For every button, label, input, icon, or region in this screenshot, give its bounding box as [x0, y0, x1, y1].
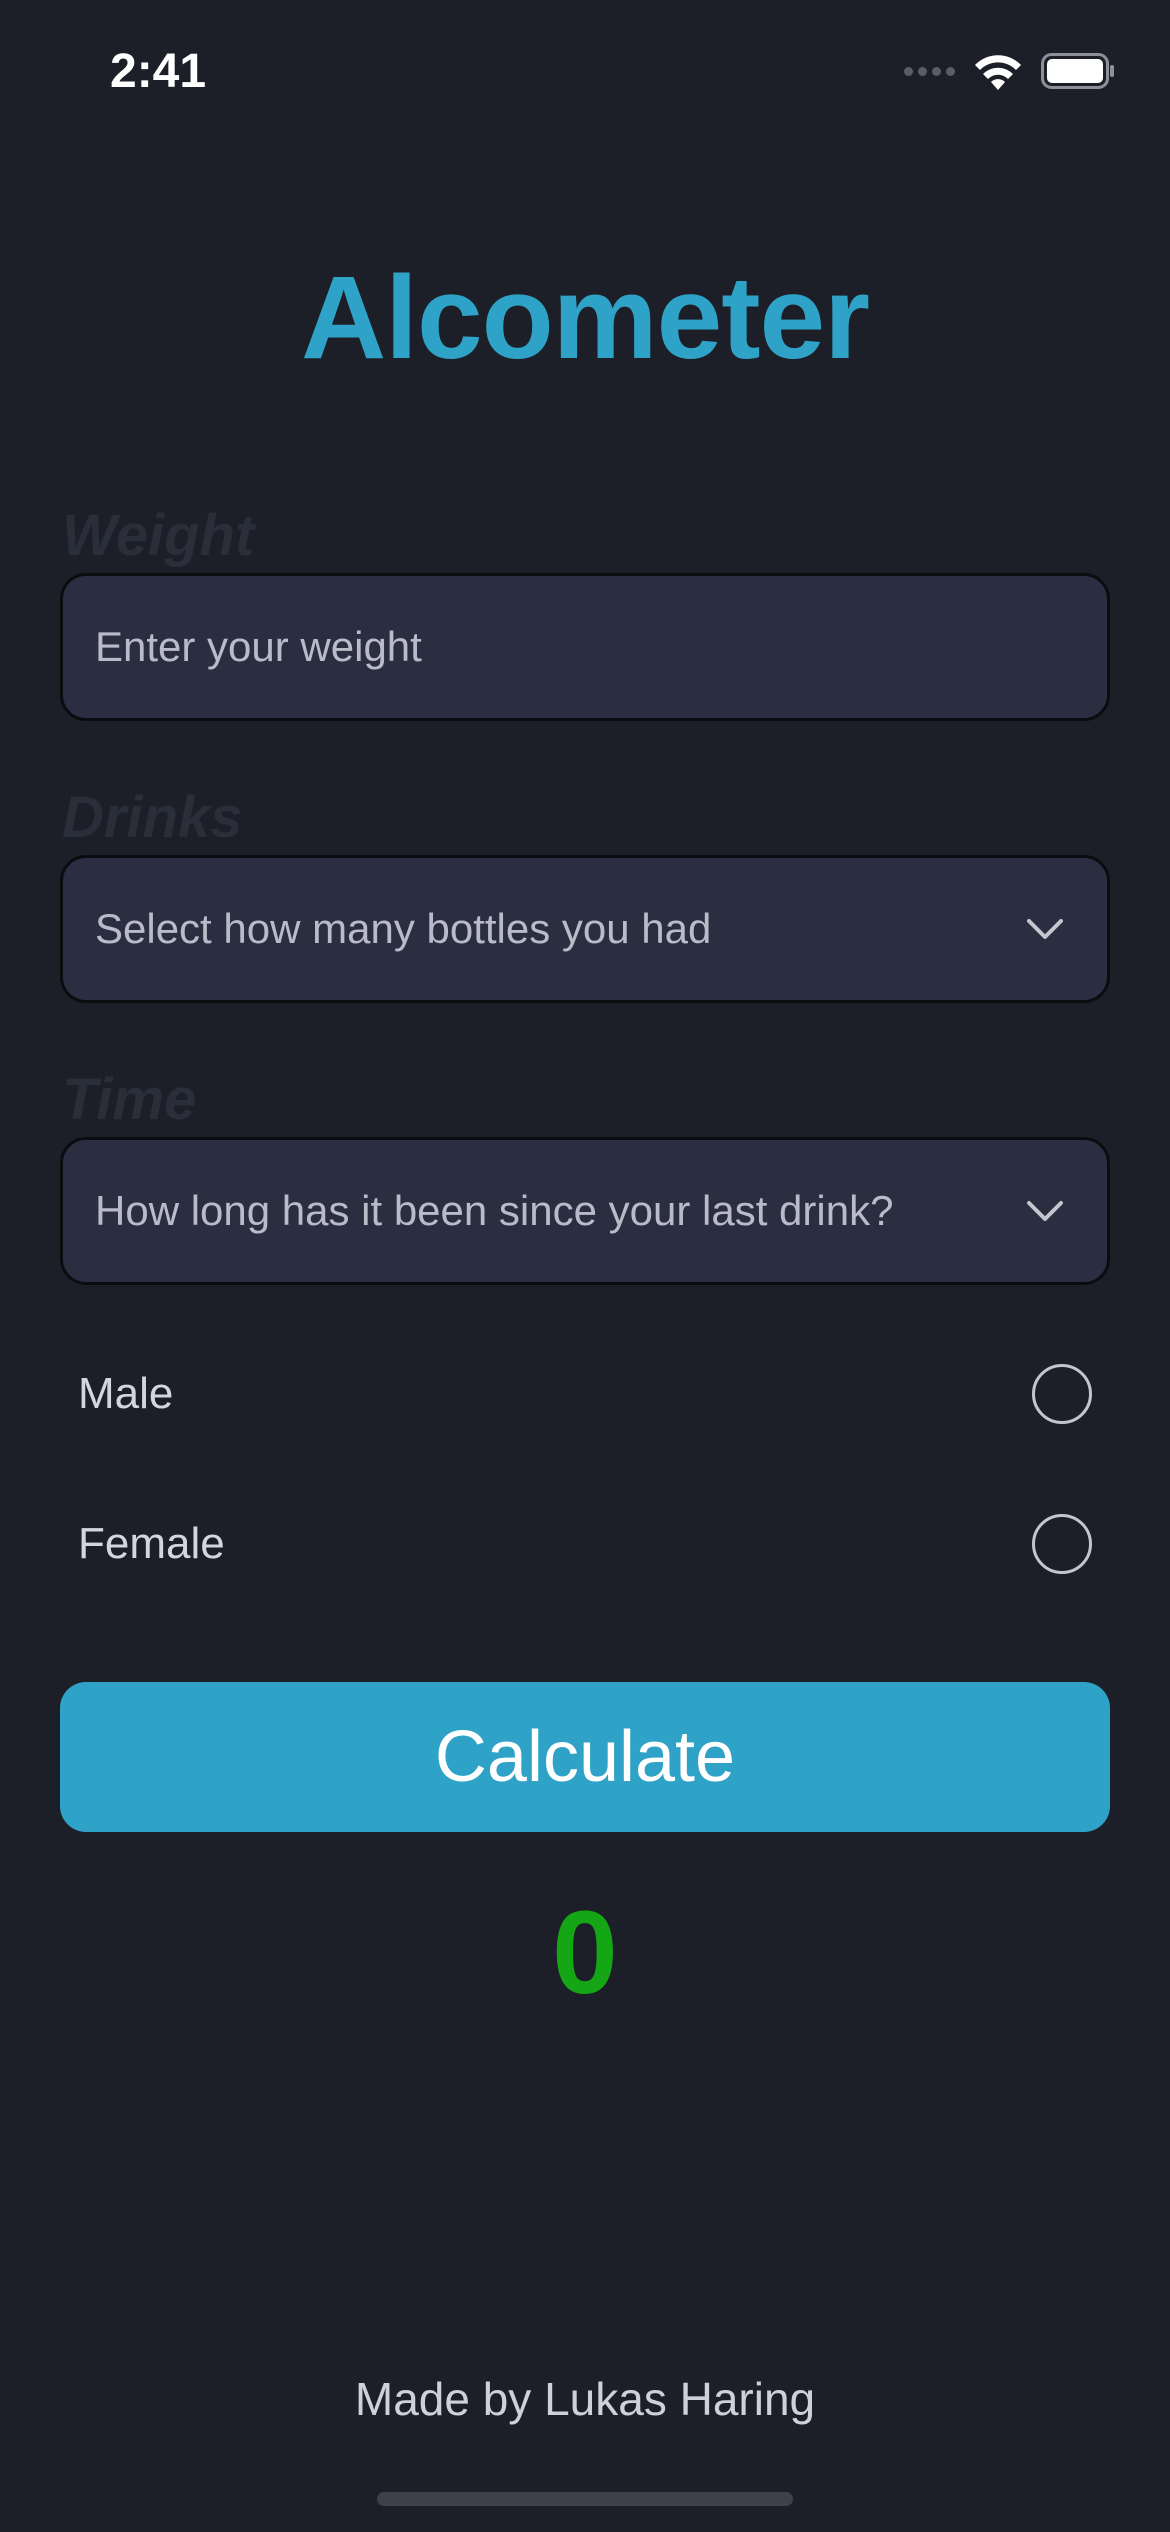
gender-label-male: Male	[78, 1369, 174, 1418]
footer-credit: Made by Lukas Haring	[354, 2373, 816, 2425]
status-time: 2:41	[110, 45, 207, 98]
app-title: Alcometer	[300, 252, 870, 384]
gender-option-female[interactable]: Female	[60, 1494, 1110, 1594]
radio-button-male[interactable]	[1032, 1364, 1092, 1424]
radio-button-female[interactable]	[1032, 1514, 1092, 1574]
status-bar-icons	[904, 52, 1115, 90]
home-indicator[interactable]	[377, 2492, 793, 2506]
weight-placeholder: Enter your weight	[95, 623, 422, 670]
drinks-select[interactable]: Select how many bottles you had	[60, 855, 1110, 1003]
signal-icon	[904, 66, 955, 76]
drinks-placeholder: Select how many bottles you had	[95, 905, 712, 952]
chevron-down-icon	[1027, 919, 1063, 939]
drinks-label: Drinks	[62, 785, 243, 850]
app-screen: 2:41 Alcometer Weight Enter your weight …	[0, 0, 1170, 2532]
gender-label-female: Female	[78, 1519, 225, 1568]
calculate-button[interactable]: Calculate	[60, 1682, 1110, 1832]
result-value: 0	[552, 1887, 618, 2019]
wifi-icon	[973, 52, 1023, 90]
battery-icon	[1041, 53, 1115, 89]
time-label: Time	[62, 1067, 197, 1132]
gender-option-male[interactable]: Male	[60, 1344, 1110, 1444]
chevron-down-icon	[1027, 1201, 1063, 1221]
time-placeholder: How long has it been since your last dri…	[95, 1187, 894, 1234]
time-select[interactable]: How long has it been since your last dri…	[60, 1137, 1110, 1285]
weight-input[interactable]: Enter your weight	[60, 573, 1110, 721]
weight-label: Weight	[62, 503, 255, 568]
